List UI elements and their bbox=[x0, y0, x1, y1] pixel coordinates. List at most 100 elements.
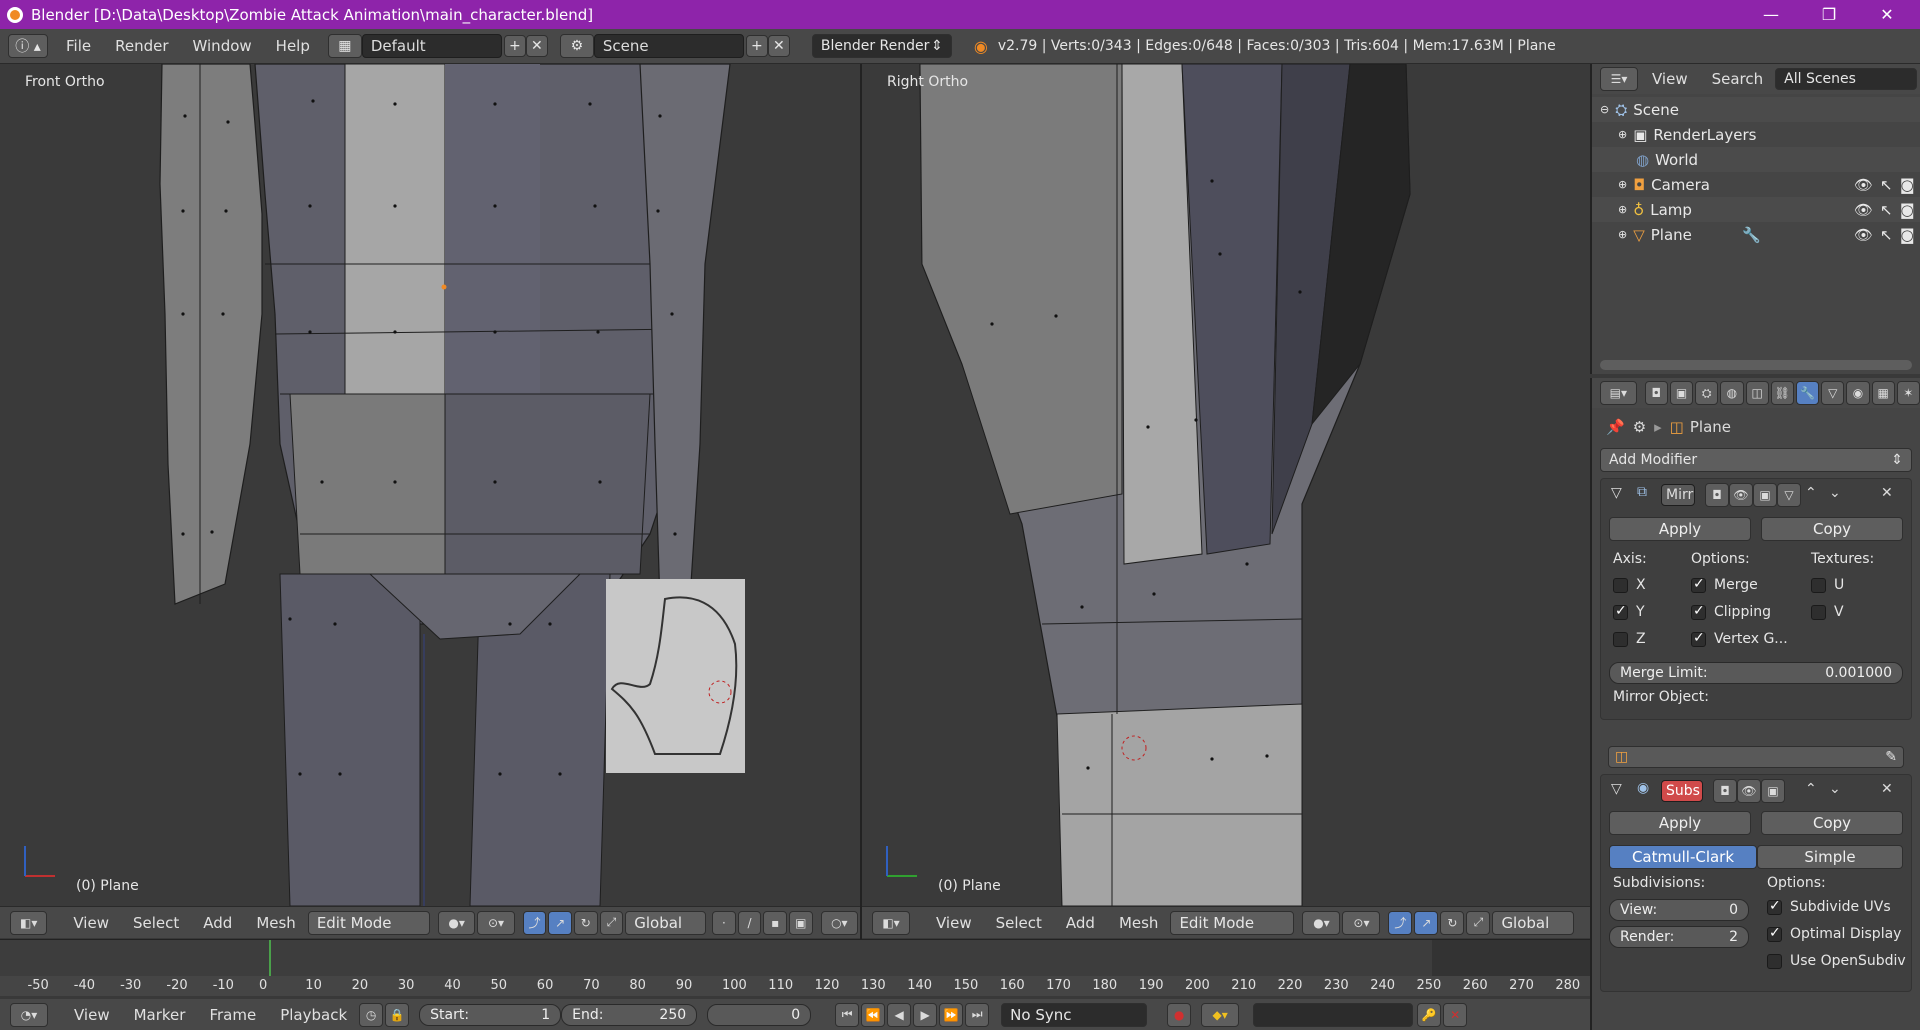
menu-file[interactable]: File bbox=[54, 37, 103, 55]
render-tab-icon[interactable]: ◘ bbox=[1644, 381, 1668, 405]
menu-frame[interactable]: Frame bbox=[197, 1006, 268, 1024]
collapse-triangle-icon[interactable]: ▽ bbox=[1611, 485, 1622, 501]
subdiv-render-field[interactable]: Render: 2 bbox=[1609, 926, 1749, 948]
mode-dropdown[interactable]: Edit Mode bbox=[1170, 910, 1295, 935]
menu-view[interactable]: View bbox=[62, 1006, 122, 1024]
outliner-row-lamp[interactable]: ⊕ ♁ Lamp 👁 ↖ ◙ bbox=[1592, 197, 1920, 222]
properties-editor[interactable]: ▤▾ ◘ ▣ ⛭ ◍ ◫ ⛓ 🔧 ▽ ◉ ▦ ✶ 📌 ⚙ ▸ ◫ Plane A… bbox=[1590, 378, 1920, 1030]
select-cursor-icon[interactable]: ↖ bbox=[1880, 201, 1893, 219]
timeline-ruler[interactable]: -50 -40 -30 -20 -10 0 10 20 30 40 50 60 70 80 90 100 110… bbox=[0, 976, 1590, 996]
remove-screen-icon[interactable]: ✕ bbox=[525, 35, 548, 57]
shading-icon[interactable]: ●▾ bbox=[437, 910, 476, 935]
data-tab-icon[interactable]: ▽ bbox=[1821, 381, 1845, 405]
sync-dropdown[interactable]: No Sync bbox=[1001, 1002, 1148, 1027]
menu-render[interactable]: Render bbox=[103, 37, 180, 55]
viewport-toggle-icon[interactable]: 👁 bbox=[1729, 483, 1753, 507]
merge-checkbox[interactable]: Merge bbox=[1691, 576, 1758, 593]
menu-add[interactable]: Add bbox=[1054, 914, 1107, 932]
expand-icon[interactable]: ⊕ bbox=[1618, 128, 1627, 141]
record-icon[interactable]: ● bbox=[1167, 1002, 1192, 1027]
optimal-display-checkbox[interactable]: Optimal Display bbox=[1767, 925, 1901, 942]
subsurf-copy-button[interactable]: Copy bbox=[1761, 811, 1903, 835]
menu-window[interactable]: Window bbox=[181, 37, 264, 55]
mode-dropdown[interactable]: Edit Mode bbox=[307, 910, 430, 935]
render-toggle-icon[interactable]: ◘ bbox=[1713, 779, 1737, 803]
texture-u-checkbox[interactable]: U bbox=[1811, 577, 1844, 593]
start-frame-field[interactable]: Start: 1 bbox=[419, 1003, 562, 1026]
simple-button[interactable]: Simple bbox=[1757, 845, 1903, 869]
menu-view[interactable]: View bbox=[61, 914, 121, 932]
jump-keyframe-forward-icon[interactable]: ⏩ bbox=[939, 1002, 964, 1027]
remove-modifier-icon[interactable]: ✕ bbox=[1881, 485, 1893, 501]
modifier-name-field[interactable]: Mirr bbox=[1661, 484, 1695, 506]
select-cursor-icon[interactable]: ↖ bbox=[1880, 176, 1893, 194]
vertex-select-icon[interactable]: · bbox=[712, 910, 736, 935]
texture-v-checkbox[interactable]: V bbox=[1811, 604, 1844, 620]
mirror-object-field[interactable]: ◫ ✎ bbox=[1608, 746, 1904, 768]
scene-field[interactable]: Scene bbox=[593, 34, 744, 58]
use-opensubdiv-checkbox[interactable]: Use OpenSubdiv bbox=[1767, 953, 1906, 969]
proportional-edit-icon[interactable]: ○▾ bbox=[820, 910, 858, 935]
edge-select-icon[interactable]: / bbox=[737, 910, 762, 935]
jump-keyframe-back-icon[interactable]: ⏪ bbox=[861, 1002, 886, 1027]
clipping-checkbox[interactable]: Clipping bbox=[1691, 603, 1771, 620]
expand-icon[interactable]: ⊕ bbox=[1618, 178, 1627, 191]
current-frame-marker[interactable] bbox=[269, 940, 271, 976]
catmull-clark-button[interactable]: Catmull-Clark bbox=[1609, 845, 1757, 869]
move-up-icon[interactable]: ⌃ bbox=[1805, 485, 1817, 501]
outliner-editor[interactable]: ☰▾ View Search All Scenes ⊖ ⛭ Scene ⊕ ▣ Rend… bbox=[1590, 64, 1920, 374]
axis-x-checkbox[interactable]: X bbox=[1613, 577, 1646, 593]
mirror-apply-button[interactable]: Apply bbox=[1609, 517, 1751, 541]
menu-view[interactable]: View bbox=[1640, 70, 1700, 88]
editmode-toggle-icon[interactable]: ▣ bbox=[1753, 483, 1777, 507]
occlude-icon[interactable]: ▣ bbox=[789, 910, 813, 935]
face-select-icon[interactable]: ▪ bbox=[763, 910, 787, 935]
pivot-icon[interactable]: ⊙▾ bbox=[477, 910, 515, 935]
render-camera-icon[interactable]: ◙ bbox=[1900, 226, 1915, 244]
add-scene-icon[interactable]: + bbox=[745, 35, 768, 57]
outliner-scrollbar[interactable] bbox=[1600, 360, 1912, 370]
subsurf-apply-button[interactable]: Apply bbox=[1609, 811, 1751, 835]
visibility-eye-icon[interactable]: 👁 bbox=[1854, 201, 1873, 219]
menu-add[interactable]: Add bbox=[191, 914, 244, 932]
modifier-name-field[interactable]: Subs bbox=[1661, 780, 1703, 802]
orientation-dropdown[interactable]: Global bbox=[1492, 910, 1575, 935]
material-tab-icon[interactable]: ◉ bbox=[1846, 381, 1870, 405]
axis-y-checkbox[interactable]: Y bbox=[1613, 603, 1645, 620]
jump-start-icon[interactable]: ⏮ bbox=[835, 1002, 860, 1027]
outliner-row-world[interactable]: ◍ World bbox=[1592, 147, 1920, 172]
visibility-eye-icon[interactable]: 👁 bbox=[1854, 226, 1873, 244]
subdivide-uvs-checkbox[interactable]: Subdivide UVs bbox=[1767, 898, 1891, 915]
editor-type-3dview-icon[interactable]: ◧▾ bbox=[10, 910, 48, 935]
outliner-row-camera[interactable]: ⊕ ◘ Camera 👁 ↖ ◙ bbox=[1592, 172, 1920, 197]
eyedropper-icon[interactable]: ✎ bbox=[1885, 749, 1897, 765]
render-camera-icon[interactable]: ◙ bbox=[1900, 176, 1915, 194]
preview-range-icon[interactable]: ◷ bbox=[359, 1002, 384, 1027]
collapse-icon[interactable]: ⊖ bbox=[1600, 103, 1609, 116]
scene-tab-icon[interactable]: ⛭ bbox=[1695, 381, 1719, 405]
render-camera-icon[interactable]: ◙ bbox=[1900, 201, 1915, 219]
menu-marker[interactable]: Marker bbox=[122, 1006, 198, 1024]
add-modifier-dropdown[interactable]: Add Modifier ⇕ bbox=[1600, 448, 1912, 472]
editor-type-3dview-icon[interactable]: ◧▾ bbox=[872, 910, 910, 935]
render-engine-dropdown[interactable]: Blender Render ⇕ bbox=[811, 34, 952, 58]
play-reverse-icon[interactable]: ◀ bbox=[887, 1002, 912, 1027]
viewport-toggle-icon[interactable]: 👁 bbox=[1737, 779, 1761, 803]
insert-keyframe-icon[interactable]: 🔑 bbox=[1417, 1002, 1442, 1027]
editmode-toggle-icon[interactable]: ▣ bbox=[1761, 779, 1785, 803]
manipulator-icon[interactable]: ⤴ bbox=[1388, 910, 1413, 935]
particles-tab-icon[interactable]: ✶ bbox=[1896, 381, 1920, 405]
remove-scene-icon[interactable]: ✕ bbox=[767, 35, 790, 57]
texture-tab-icon[interactable]: ▦ bbox=[1871, 381, 1895, 405]
vertex-groups-checkbox[interactable]: Vertex G... bbox=[1691, 630, 1788, 647]
move-down-icon[interactable]: ⌄ bbox=[1829, 781, 1841, 797]
play-icon[interactable]: ▶ bbox=[913, 1002, 938, 1027]
rotate-icon[interactable]: ↻ bbox=[1440, 910, 1465, 935]
mirror-copy-button[interactable]: Copy bbox=[1761, 517, 1903, 541]
translate-icon[interactable]: ↗ bbox=[1414, 910, 1439, 935]
screen-layout-icon[interactable]: ▦ bbox=[327, 34, 362, 58]
world-tab-icon[interactable]: ◍ bbox=[1720, 381, 1744, 405]
delete-keyframe-icon[interactable]: ✕ bbox=[1443, 1002, 1468, 1027]
move-down-icon[interactable]: ⌄ bbox=[1829, 485, 1841, 501]
orientation-dropdown[interactable]: Global bbox=[625, 910, 707, 935]
